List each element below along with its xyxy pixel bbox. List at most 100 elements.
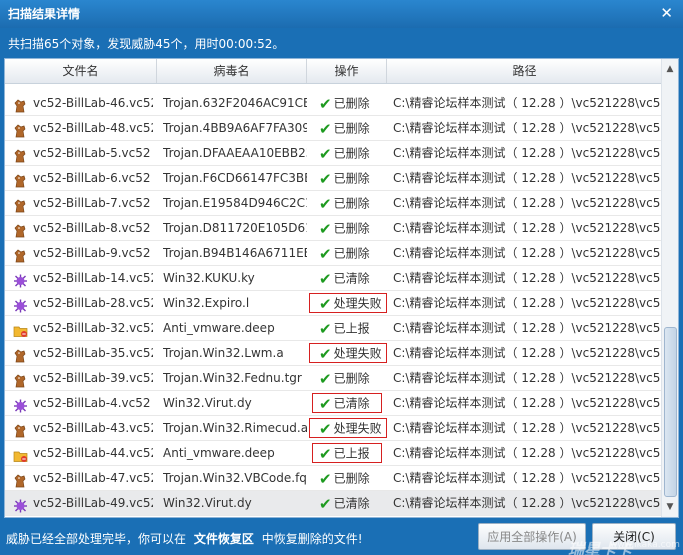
- operation-label: 已清除: [333, 496, 370, 511]
- table-header: 文件名 病毒名 操作 路径: [5, 59, 662, 84]
- table-row[interactable]: vc52-BillLab-35.vc52 Trojan.Win32.Lwm.a ✔ 处…: [5, 341, 662, 366]
- highlight-box: [312, 443, 382, 463]
- column-header-virus[interactable]: 病毒名: [157, 59, 307, 83]
- path-cell: C:\精睿论坛样本测试（ 12.28 ）\vc521228\vc52: [393, 321, 661, 335]
- path-cell: C:\精睿论坛样本测试（ 12.28 ）\vc521228\vc52: [393, 196, 661, 210]
- table-row[interactable]: vc52-BillLab-43.vc52 Trojan.Win32.Rimecud…: [5, 416, 662, 441]
- close-icon[interactable]: ✕: [660, 4, 673, 22]
- check-icon: ✔: [319, 244, 332, 263]
- file-name-cell: vc52-BillLab-6.vc52: [13, 166, 153, 190]
- virus-icon: [13, 397, 28, 412]
- virus-icon: [13, 497, 28, 512]
- virus-name-cell: Win32.Virut.dy: [163, 396, 252, 410]
- operation-cell[interactable]: ✔ 已清除: [309, 491, 385, 515]
- operation-label: 已删除: [333, 196, 370, 211]
- path-cell: C:\精睿论坛样本测试（ 12.28 ）\vc521228\vc52: [393, 396, 661, 410]
- operation-cell[interactable]: ✔ 已删除: [309, 241, 385, 265]
- file-name-text: vc52-BillLab-5.vc52: [33, 146, 151, 160]
- highlight-box: [312, 393, 382, 413]
- file-name-text: vc52-BillLab-39.vc52: [33, 371, 153, 385]
- virus-name-cell: Trojan.F6CD66147FC3BE: [163, 171, 307, 185]
- virus-name-cell: Trojan.DFAAEAA10EBB23: [163, 146, 307, 160]
- virus-name-cell: Trojan.Win32.Rimecud.ae: [163, 421, 307, 435]
- virus-name-cell: Win32.Expiro.l: [163, 296, 250, 310]
- vertical-scrollbar[interactable]: ▲ ▼: [661, 59, 678, 517]
- virus-icon: [13, 272, 28, 287]
- operation-label: 已删除: [333, 121, 370, 136]
- virus-name-cell: Trojan.Win32.Fednu.tgr: [163, 371, 302, 385]
- table-row[interactable]: vc52-BillLab-46.vc52 Trojan.632F2046AC91C…: [5, 91, 662, 116]
- table-row[interactable]: vc52-BillLab-48.vc52 Trojan.4BB9A6AF7FA30…: [5, 116, 662, 141]
- footer-text-after: 中恢复删除的文件!: [261, 532, 363, 546]
- table-row[interactable]: vc52-BillLab-44.vc52 Anti_vmware.deep ✔ 已上报…: [5, 441, 662, 466]
- folder-warning-icon: [13, 322, 28, 337]
- check-icon: ✔: [319, 119, 332, 138]
- horse-icon: [13, 122, 28, 137]
- table-row[interactable]: vc52-BillLab-28.vc52 Win32.Expiro.l ✔ 处理失败 C…: [5, 291, 662, 316]
- operation-cell[interactable]: ✔ 已删除: [309, 191, 385, 215]
- check-icon: ✔: [319, 469, 332, 488]
- table-row[interactable]: vc52-BillLab-39.vc52 Trojan.Win32.Fednu.t…: [5, 366, 662, 391]
- results-table: 文件名 病毒名 操作 路径 vc52-BillLab-46.vc52 Trojan…: [4, 58, 679, 518]
- column-header-operation[interactable]: 操作: [307, 59, 387, 83]
- table-row[interactable]: vc52-BillLab-8.vc52 Trojan.D811720E105D61…: [5, 216, 662, 241]
- operation-cell[interactable]: ✔ 已删除: [309, 116, 385, 140]
- operation-cell[interactable]: ✔ 已删除: [309, 141, 385, 165]
- operation-cell[interactable]: ✔ 已清除: [309, 266, 385, 290]
- operation-cell[interactable]: ✔ 已删除: [309, 366, 385, 390]
- virus-name-cell: Trojan.D811720E105D61: [163, 221, 307, 235]
- check-icon: ✔: [319, 219, 332, 238]
- file-name-text: vc52-BillLab-28.vc52: [33, 296, 153, 310]
- virus-icon: [13, 297, 28, 312]
- horse-icon: [13, 472, 28, 487]
- operation-cell[interactable]: ✔ 已删除: [309, 216, 385, 240]
- virus-name-cell: Trojan.632F2046AC91CB: [163, 96, 307, 110]
- table-row[interactable]: vc52-BillLab-47.vc52 Trojan.Win32.VBCode.…: [5, 466, 662, 491]
- horse-icon: [13, 147, 28, 162]
- file-name-text: vc52-BillLab-47.vc52: [33, 471, 153, 485]
- check-icon: ✔: [319, 494, 332, 513]
- table-row[interactable]: vc52-BillLab-4.vc52 Win32.Virut.dy ✔ 已清除 C:\…: [5, 391, 662, 416]
- table-row[interactable]: vc52-BillLab-32.vc52 Anti_vmware.deep ✔ 已上报…: [5, 316, 662, 341]
- operation-cell[interactable]: ✔ 已删除: [309, 466, 385, 490]
- file-name-text: vc52-BillLab-32.vc52: [33, 321, 153, 335]
- virus-name-cell: Win32.KUKU.ky: [163, 271, 255, 285]
- virus-name-cell: Trojan.E19584D946C2C1: [163, 196, 307, 210]
- file-name-cell: vc52-BillLab-48.vc52: [13, 116, 153, 140]
- file-name-text: vc52-BillLab-4.vc52: [33, 396, 151, 410]
- path-cell: C:\精睿论坛样本测试（ 12.28 ）\vc521228\vc52: [393, 296, 661, 310]
- operation-cell[interactable]: ✔ 已上报: [309, 316, 385, 340]
- check-icon: ✔: [319, 369, 332, 388]
- virus-name-cell: Trojan.4BB9A6AF7FA3099: [163, 121, 307, 135]
- file-name-cell: vc52-BillLab-39.vc52: [13, 366, 153, 390]
- table-row[interactable]: vc52-BillLab-9.vc52 Trojan.B94B146A6711EE…: [5, 241, 662, 266]
- table-row[interactable]: vc52-BillLab-49.vc52 Win32.Virut.dy ✔ 已清除 C:…: [5, 491, 662, 516]
- operation-label: 已删除: [333, 221, 370, 236]
- table-row[interactable]: vc52-BillLab-14.vc52 Win32.KUKU.ky ✔ 已清除 C:\…: [5, 266, 662, 291]
- scrollbar-thumb[interactable]: [664, 327, 677, 497]
- file-recovery-link[interactable]: 文件恢复区: [194, 532, 254, 546]
- file-name-cell: vc52-BillLab-28.vc52: [13, 291, 153, 315]
- table-row[interactable]: vc52-BillLab-7.vc52 Trojan.E19584D946C2C1…: [5, 191, 662, 216]
- operation-label: 已删除: [333, 371, 370, 386]
- horse-icon: [13, 247, 28, 262]
- column-header-filename[interactable]: 文件名: [5, 59, 157, 83]
- path-cell: C:\精睿论坛样本测试（ 12.28 ）\vc521228\vc52: [393, 271, 661, 285]
- virus-name-cell: Trojan.Win32.Lwm.a: [163, 346, 284, 360]
- file-name-text: vc52-BillLab-35.vc52: [33, 346, 153, 360]
- scroll-down-icon[interactable]: ▼: [664, 501, 676, 513]
- file-name-cell: vc52-BillLab-4.vc52: [13, 391, 153, 415]
- operation-label: 已清除: [333, 271, 370, 286]
- operation-cell[interactable]: ✔ 已删除: [309, 91, 385, 115]
- table-row[interactable]: vc52-BillLab-5.vc52 Trojan.DFAAEAA10EBB23…: [5, 141, 662, 166]
- horse-icon: [13, 347, 28, 362]
- file-name-cell: vc52-BillLab-46.vc52: [13, 91, 153, 115]
- operation-cell[interactable]: ✔ 已删除: [309, 166, 385, 190]
- table-row[interactable]: vc52-BillLab-6.vc52 Trojan.F6CD66147FC3BE…: [5, 166, 662, 191]
- scroll-up-icon[interactable]: ▲: [664, 63, 676, 75]
- path-cell: C:\精睿论坛样本测试（ 12.28 ）\vc521228\vc52: [393, 371, 661, 385]
- watermark-url: www.ikaka.com: [610, 540, 680, 550]
- operation-label: 已删除: [333, 471, 370, 486]
- virus-name-cell: Anti_vmware.deep: [163, 446, 275, 460]
- column-header-path[interactable]: 路径: [387, 59, 662, 83]
